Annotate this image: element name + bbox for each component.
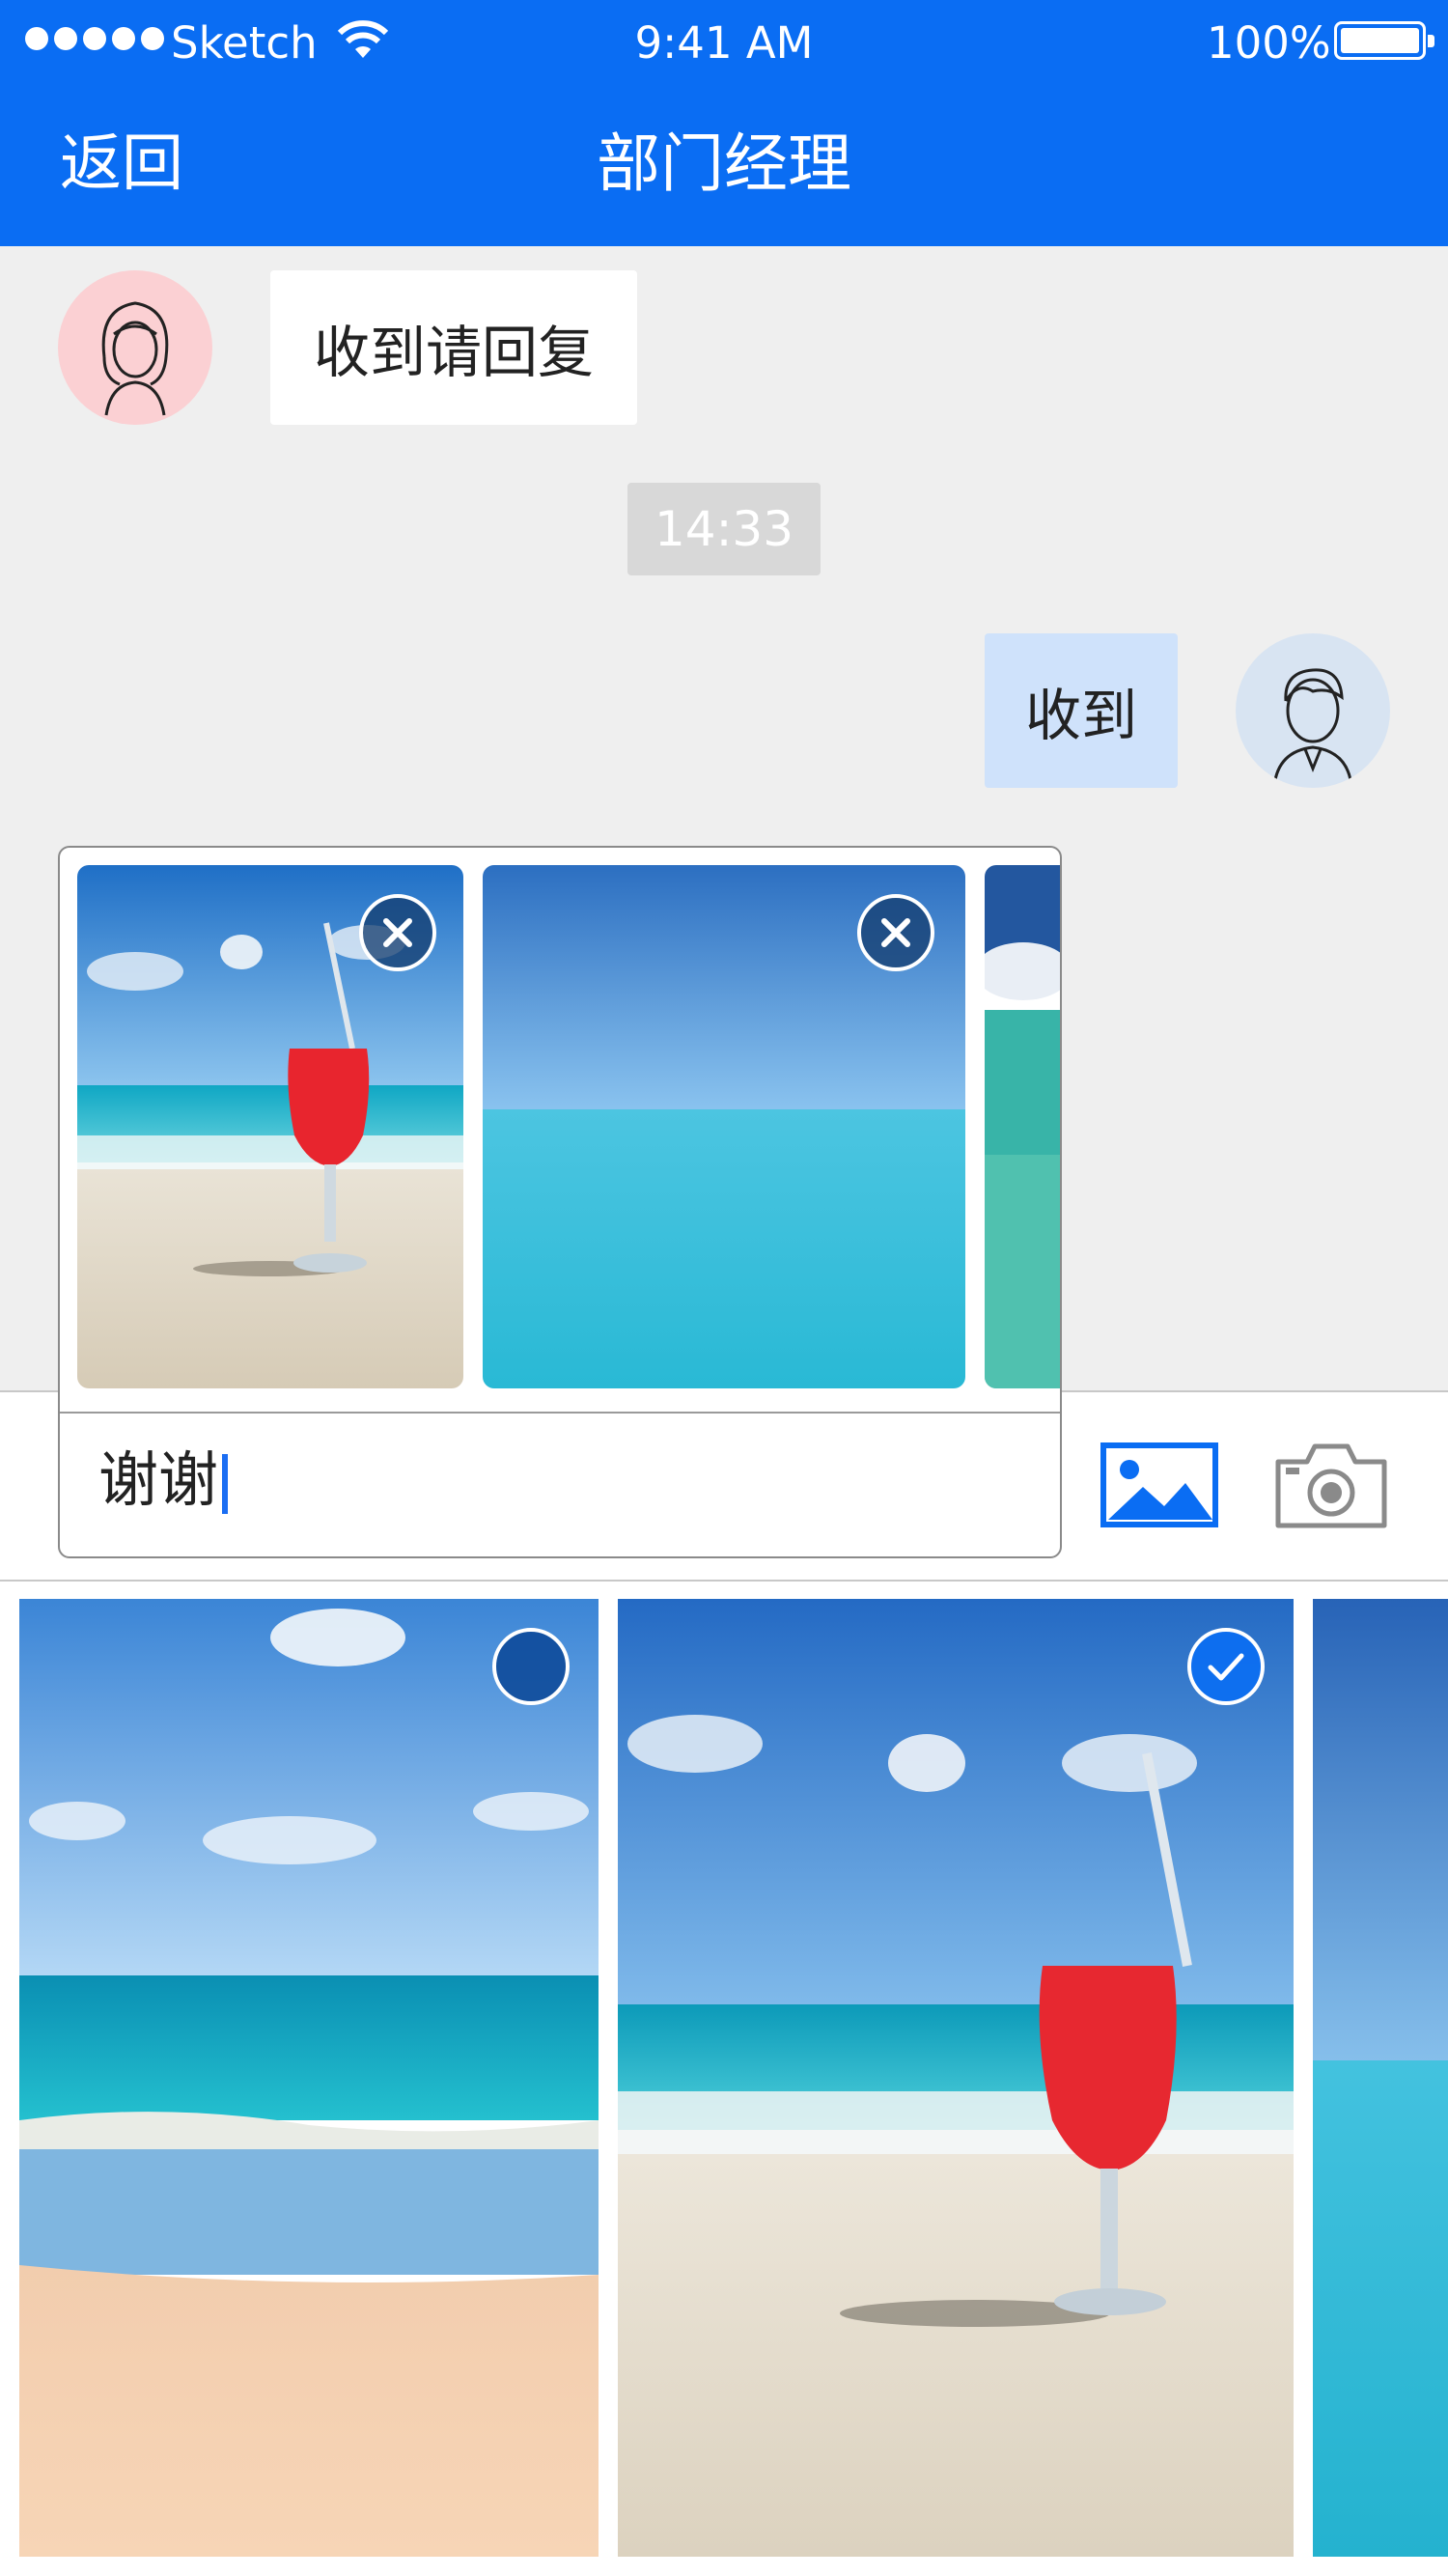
- beach-drink-photo: [618, 1599, 1294, 2557]
- incoming-message[interactable]: 收到请回复: [270, 270, 637, 425]
- photo-picker: [0, 1582, 1448, 2576]
- close-icon: [881, 918, 910, 947]
- remove-attachment-button[interactable]: [857, 894, 934, 971]
- text-caret: [222, 1453, 229, 1514]
- outgoing-message[interactable]: 收到: [985, 633, 1178, 788]
- camera-icon: [1275, 1443, 1387, 1528]
- female-user-icon: [101, 301, 169, 416]
- beach-waves-photo: [19, 1599, 599, 2557]
- ocean-photo: [1313, 1599, 1448, 2557]
- message-composer: 谢谢: [58, 846, 1062, 1558]
- attachment-thumbnail[interactable]: [483, 865, 965, 1388]
- battery-icon: [1334, 21, 1434, 60]
- remove-attachment-button[interactable]: [359, 894, 436, 971]
- header: Sketch 9:41 AM 100% 返回 部门经理: [0, 0, 1448, 246]
- attachment-thumbnail[interactable]: [77, 865, 463, 1388]
- my-avatar[interactable]: [1236, 633, 1390, 788]
- page-title: 部门经理: [597, 126, 851, 201]
- battery-percentage: 100%: [1207, 17, 1331, 69]
- image-icon: [1100, 1442, 1218, 1527]
- photo-tile[interactable]: [1313, 1599, 1448, 2557]
- message-timestamp: 14:33: [627, 483, 821, 575]
- contact-avatar[interactable]: [58, 270, 212, 425]
- photo-select-toggle[interactable]: [1187, 1628, 1265, 1705]
- attachment-thumbnail[interactable]: [985, 865, 1060, 1388]
- photo-select-toggle[interactable]: [492, 1628, 570, 1705]
- checkmark-icon: [1208, 1653, 1244, 1681]
- message-input[interactable]: 谢谢: [98, 1427, 1025, 1533]
- gallery-button[interactable]: [1100, 1442, 1218, 1527]
- male-user-icon: [1272, 668, 1353, 787]
- message-input-text: 谢谢: [98, 1444, 219, 1515]
- photo-tile[interactable]: [19, 1599, 599, 2557]
- ocean-photo: [985, 865, 1060, 1388]
- attachment-strip[interactable]: [60, 848, 1060, 1412]
- photo-tile[interactable]: [618, 1599, 1294, 2557]
- camera-button[interactable]: [1274, 1441, 1388, 1529]
- composer-divider: [60, 1412, 1060, 1414]
- close-icon: [383, 918, 412, 947]
